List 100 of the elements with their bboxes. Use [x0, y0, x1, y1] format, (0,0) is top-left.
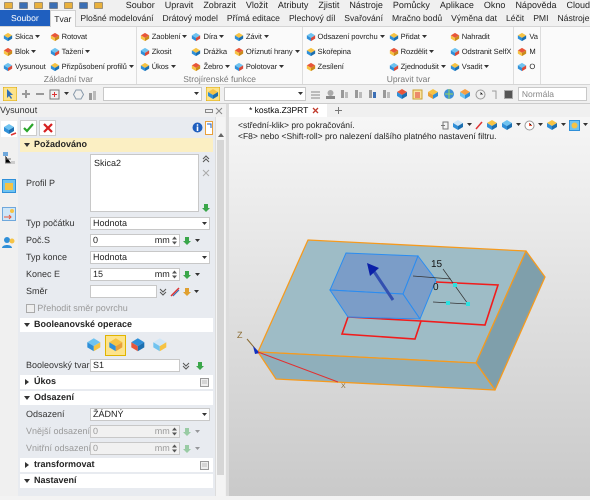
- menu-item[interactable]: Atributy: [278, 0, 308, 10]
- direction-arrow[interactable]: [367, 263, 394, 302]
- select-field[interactable]: ŽÁDNÝ: [90, 408, 210, 421]
- confirm-button[interactable]: [20, 120, 37, 136]
- section-header[interactable]: Požadováno: [20, 138, 213, 152]
- dimension-label[interactable]: 15: [431, 259, 442, 270]
- menu-item[interactable]: Upravit: [164, 0, 194, 10]
- ribbon-tab[interactable]: PMI: [528, 10, 553, 26]
- flip-icon[interactable]: [170, 286, 180, 296]
- cube-icon[interactable]: [426, 88, 439, 100]
- section-header[interactable]: Úkos: [20, 375, 213, 389]
- download-icon[interactable]: [182, 236, 192, 246]
- select-field[interactable]: Hodnota: [90, 251, 210, 264]
- close-icon[interactable]: [215, 106, 223, 114]
- section-header[interactable]: Booleanovské operace: [20, 318, 213, 332]
- direction-field[interactable]: [90, 285, 157, 298]
- input-field[interactable]: S1: [90, 359, 180, 372]
- render-icon[interactable]: [568, 120, 580, 131]
- hexagon-icon[interactable]: [73, 88, 84, 100]
- list-item[interactable]: Skica2: [94, 158, 122, 168]
- section-header[interactable]: Odsazení: [20, 391, 213, 405]
- view-style-dropdown[interactable]: Normála: [518, 87, 587, 101]
- cube-icon[interactable]: [546, 119, 558, 132]
- ribbon-tab[interactable]: Mračno bodů: [387, 10, 447, 26]
- pen-icon[interactable]: [474, 120, 483, 130]
- bars-icon[interactable]: [382, 89, 392, 99]
- window-icon[interactable]: [2, 179, 16, 193]
- ribbon-tab[interactable]: Přímá editace: [222, 10, 284, 26]
- download-icon[interactable]: [182, 270, 192, 280]
- menu-item[interactable]: Zjistit: [318, 0, 340, 10]
- number-field[interactable]: 15 mm: [90, 268, 180, 281]
- menu-item[interactable]: Soubor: [126, 0, 155, 10]
- cube-icon[interactable]: [486, 119, 498, 132]
- dimension-label[interactable]: 0: [433, 282, 439, 294]
- plus-icon[interactable]: [21, 89, 31, 99]
- cube-icon[interactable]: [458, 88, 471, 100]
- select-field[interactable]: Hodnota: [90, 217, 210, 230]
- close-icon[interactable]: [312, 107, 320, 114]
- bars-icon[interactable]: [368, 89, 378, 99]
- exit-icon[interactable]: [440, 120, 449, 130]
- ribbon-tab[interactable]: Drátový model: [158, 10, 222, 26]
- section-header[interactable]: Nastavení: [20, 474, 213, 488]
- info-icon[interactable]: [192, 122, 203, 133]
- bracket-icon[interactable]: [490, 88, 499, 100]
- cube-icon[interactable]: [396, 88, 408, 100]
- users-icon[interactable]: [2, 235, 16, 249]
- tree-icon[interactable]: [2, 151, 16, 165]
- bars-icon[interactable]: [354, 89, 364, 99]
- cancel-button[interactable]: [39, 120, 56, 136]
- menu-item[interactable]: Cloud: [566, 0, 590, 10]
- profile-list[interactable]: Skica2: [90, 154, 199, 212]
- minimize-icon[interactable]: [204, 106, 213, 114]
- cube-filter-icon[interactable]: [206, 87, 220, 101]
- scrollbar-thumb[interactable]: [217, 140, 224, 475]
- menu-item[interactable]: Nástroje: [349, 0, 383, 10]
- double-chevron-icon[interactable]: [182, 362, 190, 370]
- menu-item[interactable]: Zobrazit: [203, 0, 236, 10]
- boolean-option-button[interactable]: [105, 334, 126, 356]
- cube-icon[interactable]: [452, 119, 464, 132]
- plus-icon[interactable]: [334, 106, 343, 115]
- file-menu-button[interactable]: Soubor: [0, 10, 50, 26]
- bars-icon[interactable]: [340, 89, 350, 99]
- pointer-icon[interactable]: [3, 87, 17, 101]
- menu-item[interactable]: Pomůcky: [392, 0, 430, 10]
- ribbon-tab[interactable]: Tvar: [50, 10, 76, 27]
- spin-icon[interactable]: [172, 270, 177, 279]
- cube-icon[interactable]: [500, 119, 513, 132]
- ribbon-tab[interactable]: Léčit: [502, 10, 529, 26]
- double-chevron-icon[interactable]: [202, 155, 210, 163]
- number-field[interactable]: 0 mm: [90, 234, 180, 247]
- frame-icon[interactable]: [49, 88, 60, 100]
- ribbon-tab[interactable]: Svařování: [340, 10, 388, 26]
- extrude-icon[interactable]: [1, 121, 17, 137]
- clock-icon[interactable]: [524, 120, 535, 131]
- scroll-up-icon[interactable]: [218, 133, 224, 137]
- picture-icon[interactable]: [2, 207, 16, 221]
- stop-icon[interactable]: [502, 88, 514, 100]
- menu-item[interactable]: Aplikace: [440, 0, 474, 10]
- ribbon-tab[interactable]: Plošné modelování: [76, 10, 158, 26]
- align-icon[interactable]: [310, 88, 321, 100]
- download-icon[interactable]: [201, 203, 212, 213]
- download-icon[interactable]: [194, 360, 205, 370]
- menu-item[interactable]: Nápověda: [515, 0, 556, 10]
- menu-item[interactable]: Vložit: [246, 0, 268, 10]
- panel-icon[interactable]: [200, 460, 209, 470]
- menu-item[interactable]: Okno: [484, 0, 506, 10]
- spin-icon[interactable]: [172, 236, 177, 245]
- document-icon[interactable]: [412, 88, 423, 100]
- ribbon-tab[interactable]: Nástroje: [552, 10, 590, 26]
- double-chevron-icon[interactable]: [159, 288, 168, 296]
- globe-icon[interactable]: [442, 88, 455, 100]
- dimension-lines[interactable]: [412, 268, 470, 306]
- ribbon-tab[interactable]: Plechový díl: [284, 10, 340, 26]
- section-header[interactable]: transformovat: [20, 458, 213, 472]
- stamp-icon[interactable]: [324, 88, 336, 100]
- panel-icon[interactable]: [200, 378, 209, 386]
- download-icon[interactable]: [182, 286, 192, 296]
- clock-icon[interactable]: [474, 88, 486, 100]
- ribbon-tab[interactable]: Výměna dat: [446, 10, 502, 26]
- document-tab[interactable]: * kostka.Z3PRT: [229, 104, 328, 117]
